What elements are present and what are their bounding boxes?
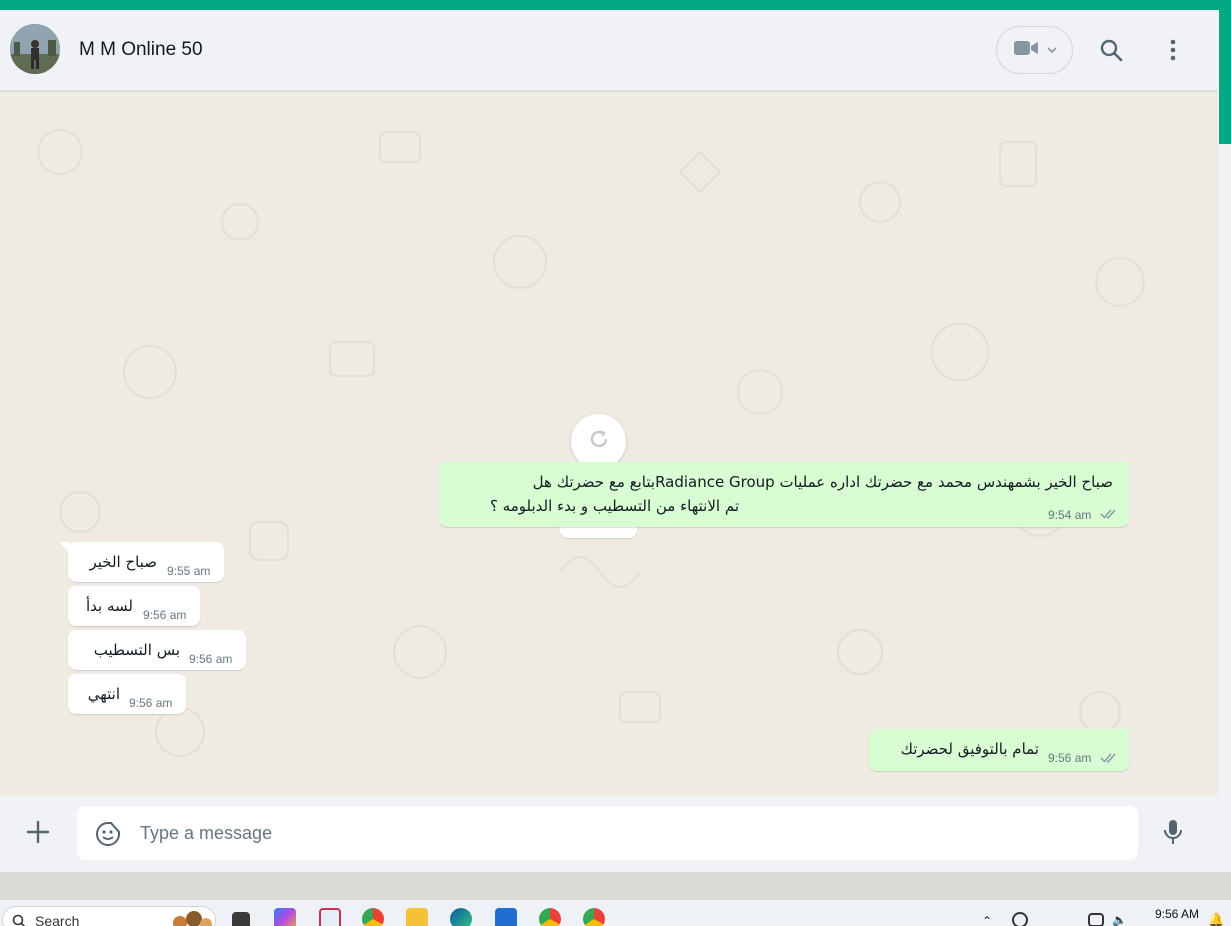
message-text: صباح الخير: [89, 553, 157, 571]
message-time: 9:55 am: [167, 564, 211, 578]
message-time: 9:54 am: [1048, 508, 1092, 522]
message-time: 9:56 am: [143, 608, 187, 622]
video-camera-icon: [1013, 39, 1039, 62]
message-text: صباح الخير بشمهندس محمد مع حضرتك اداره ع…: [532, 473, 1113, 491]
tray-volume-icon[interactable]: 🔈: [1112, 913, 1127, 926]
microphone-icon: [1162, 818, 1184, 851]
sticker-icon[interactable]: [94, 820, 122, 848]
tray-sync-icon[interactable]: [1012, 912, 1028, 926]
search-icon: [12, 914, 26, 926]
refresh-button[interactable]: [571, 414, 626, 469]
taskbar-clock[interactable]: 9:56 AM: [1155, 907, 1199, 921]
taskbar-search-label: Search: [35, 913, 80, 926]
edge-icon[interactable]: [450, 908, 472, 926]
message-text: تم الانتهاء من التسطيب و بدء الدبلومه ؟: [489, 497, 739, 515]
search-icon[interactable]: [1098, 37, 1124, 63]
window-accent-bar: [0, 0, 1231, 10]
vertical-dots-icon[interactable]: [1160, 37, 1186, 63]
snipping-tool-icon[interactable]: [319, 908, 341, 926]
message-bubble-incoming[interactable]: لسه بدأ 9:56 am: [68, 586, 200, 626]
os-taskbar: Search ⌃ 🔈 9:56 AM 🔔: [0, 899, 1231, 926]
message-bubble-incoming[interactable]: انتهي 9:56 am: [68, 674, 186, 714]
contact-name[interactable]: M M Online 50: [79, 39, 203, 61]
video-call-button[interactable]: [996, 26, 1073, 74]
refresh-icon: [587, 427, 611, 456]
message-input[interactable]: [140, 819, 1100, 847]
message-time: 9:56 am: [1048, 751, 1092, 765]
task-view-icon[interactable]: [232, 912, 250, 926]
tray-network-icon[interactable]: [1088, 913, 1104, 926]
chat-header: M M Online 50: [0, 10, 1218, 91]
message-text: انتهي: [87, 685, 120, 703]
plus-icon: [26, 820, 50, 849]
chevron-down-icon: [1046, 41, 1057, 59]
chrome-icon[interactable]: [362, 908, 384, 926]
message-text: تمام بالتوفيق لحضرتك: [900, 740, 1039, 758]
message-composer: [0, 796, 1218, 872]
attach-button[interactable]: [22, 818, 54, 850]
message-bubble-outgoing[interactable]: تمام بالتوفيق لحضرتك 9:56 am: [869, 729, 1132, 771]
message-bubble-incoming[interactable]: صباح الخير 9:55 am: [60, 542, 224, 582]
message-time: 9:56 am: [129, 696, 173, 710]
voice-message-button[interactable]: [1157, 818, 1189, 850]
copilot-icon[interactable]: [274, 908, 296, 926]
search-highlight-icon: [173, 911, 212, 926]
scrollbar-thumb[interactable]: [1219, 10, 1231, 144]
window-gap: [0, 872, 1231, 899]
tray-chevron-up-icon[interactable]: ⌃: [982, 914, 992, 926]
message-bubble-outgoing[interactable]: صباح الخير بشمهندس محمد مع حضرتك اداره ع…: [439, 462, 1132, 527]
read-receipt-icon: [1100, 753, 1116, 764]
chat-area: TODAY صباح الخير بشمهندس محمد مع حضرتك ا…: [0, 92, 1218, 796]
contact-avatar[interactable]: [10, 24, 60, 74]
notification-bell-icon[interactable]: 🔔: [1208, 912, 1224, 926]
message-time: 9:56 am: [189, 652, 233, 666]
taskbar-search[interactable]: Search: [2, 906, 216, 926]
read-receipt-icon: [1100, 509, 1116, 520]
chrome-profile-icon[interactable]: [539, 908, 561, 926]
chrome-profile-a-icon[interactable]: [583, 908, 605, 926]
notepad-icon[interactable]: [495, 908, 517, 926]
message-input-box[interactable]: [77, 806, 1138, 860]
message-text: لسه بدأ: [86, 597, 133, 615]
message-bubble-incoming[interactable]: بس التسطيب 9:56 am: [68, 630, 246, 670]
file-explorer-icon[interactable]: [406, 908, 428, 926]
message-text: بس التسطيب: [93, 641, 180, 659]
